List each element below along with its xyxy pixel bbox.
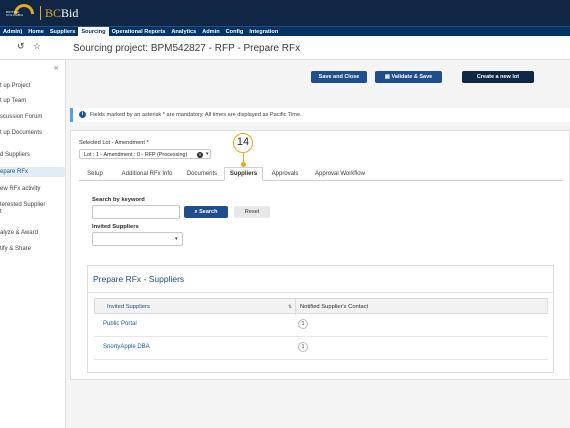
column-invited-suppliers[interactable]: Invited Suppliers: [107, 299, 150, 315]
sidebar-item-analyze-award[interactable]: alyze & Award: [0, 230, 66, 236]
app-title-bc: BC: [45, 6, 62, 20]
nav-item-operational-reports[interactable]: Operational Reports: [109, 27, 169, 37]
invited-suppliers-dropdown[interactable]: ▾: [92, 232, 183, 246]
create-new-lot-button[interactable]: Create a new lot: [462, 71, 534, 83]
main-card: Selected Lot - Amendment * Lot : 1 - Ame…: [70, 130, 570, 380]
main-nav: Admin) Home Suppliers Sourcing Operation…: [0, 26, 570, 37]
app-title-bid: Bid: [61, 6, 79, 20]
chevron-down-icon: ▾: [175, 236, 178, 242]
lock-icon: ▣: [384, 74, 392, 80]
sidebar-item-interested-supplier-list[interactable]: t: [0, 209, 66, 215]
tab-suppliers[interactable]: Suppliers: [224, 167, 263, 181]
search-keyword-label: Search by keyword: [92, 197, 145, 203]
validate-and-save-label: Validate & Save: [391, 74, 433, 80]
nav-item-suppliers[interactable]: Suppliers: [47, 27, 79, 37]
history-icon[interactable]: ↺: [17, 41, 25, 52]
search-button-label: Search: [199, 209, 218, 215]
collapse-sidebar-icon[interactable]: «: [54, 63, 58, 72]
search-button[interactable]: ⌕ Search: [184, 206, 228, 218]
app-title: BCBid: [45, 6, 78, 21]
table-row: SnortyApple DBA 1: [94, 337, 548, 360]
table-row: Public Portal 1: [94, 314, 548, 337]
nav-item-sourcing[interactable]: Sourcing: [78, 26, 109, 37]
info-banner: i Fields marked by an asterisk * are man…: [70, 108, 570, 122]
supplier-link[interactable]: Public Portal: [103, 321, 137, 327]
tab-documents[interactable]: Documents: [183, 167, 221, 181]
page-title: Sourcing project: BPM542827 - RFP - Prep…: [73, 43, 301, 54]
sidebar-item-setup-documents[interactable]: t up Documents: [0, 130, 66, 136]
page-header: ↺ ☆ Sourcing project: BPM542827 - RFP - …: [0, 36, 570, 60]
sidebar-item-add-suppliers[interactable]: d Suppliers: [0, 152, 66, 158]
table-header: Invited Suppliers ⇅ Notified Supplier's …: [94, 298, 548, 315]
sidebar-item-setup-project[interactable]: t up Project: [0, 83, 66, 89]
nav-item-home[interactable]: Home: [25, 27, 47, 37]
nav-item-config[interactable]: Config: [223, 27, 247, 37]
contact-count-badge[interactable]: 1: [298, 319, 308, 329]
tab-approval-workflow[interactable]: Approval Workflow: [309, 167, 371, 181]
sidebar-item-prepare-rfx[interactable]: epare RFx: [0, 167, 66, 177]
panel-title: Prepare RFx - Suppliers: [93, 274, 185, 284]
nav-item-admin-context[interactable]: Admin): [0, 27, 25, 37]
selected-lot-value: Lot : 1 - Amendment : 0 - RFP (Processin…: [84, 152, 188, 158]
step-callout: 14: [233, 133, 253, 153]
selected-lot-label: Selected Lot - Amendment *: [79, 140, 149, 146]
suppliers-table: Invited Suppliers ⇅ Notified Supplier's …: [94, 298, 548, 360]
info-banner-text: Fields marked by an asterisk * are manda…: [90, 112, 302, 118]
star-icon[interactable]: ☆: [33, 41, 41, 52]
tab-approvals[interactable]: Approvals: [268, 167, 302, 181]
sidebar-item-notify-share[interactable]: tify & Share: [0, 246, 66, 252]
sidebar-item-discussion-forum[interactable]: scussion Forum: [0, 114, 66, 120]
reset-button[interactable]: Reset: [234, 206, 270, 218]
nav-item-integration[interactable]: Integration: [246, 27, 281, 37]
callout-pointer-dot: [241, 162, 246, 167]
save-and-close-button[interactable]: Save and Close: [311, 71, 367, 83]
validate-and-save-button[interactable]: ▣ Validate & Save: [375, 71, 442, 83]
divider: [88, 292, 553, 293]
logo-text: BRITISH COLUMBIA: [6, 10, 24, 17]
prepare-rfx-suppliers-panel: Prepare RFx - Suppliers Invited Supplier…: [87, 265, 554, 373]
sort-icon[interactable]: ⇅: [288, 299, 292, 315]
column-notified-contact: Notified Supplier's Contact: [300, 304, 369, 310]
column-divider: [295, 299, 296, 315]
tab-additional-rfx-info[interactable]: Additional RFx Info: [117, 167, 177, 181]
rfx-tabs: Setup Additional RFx Info Documents Supp…: [79, 167, 563, 181]
sidebar-item-view-rfx-activity[interactable]: ew RFx activity: [0, 186, 66, 192]
nav-item-analytics[interactable]: Analytics: [168, 27, 199, 37]
clear-icon[interactable]: ✕: [197, 152, 203, 158]
sidebar-item-setup-team[interactable]: t up Team: [0, 98, 66, 104]
brand-bar: BRITISH COLUMBIA BCBid: [0, 0, 570, 26]
tab-setup[interactable]: Setup: [81, 167, 109, 181]
sidebar: « t up Project t up Team scussion Forum …: [0, 60, 66, 428]
contact-count-badge[interactable]: 1: [298, 342, 308, 352]
selected-lot-dropdown[interactable]: Lot : 1 - Amendment : 0 - RFP (Processin…: [79, 149, 211, 159]
invited-suppliers-label: Invited Suppliers: [92, 224, 139, 230]
logo-divider: [40, 6, 41, 20]
nav-item-admin[interactable]: Admin: [199, 27, 222, 37]
search-input[interactable]: [92, 205, 180, 219]
chevron-down-icon[interactable]: ▾: [206, 151, 209, 157]
info-icon: i: [79, 111, 86, 118]
sidebar-item-interested-supplier[interactable]: terested Supplier: [0, 202, 66, 208]
supplier-link[interactable]: SnortyApple DBA: [103, 344, 150, 350]
